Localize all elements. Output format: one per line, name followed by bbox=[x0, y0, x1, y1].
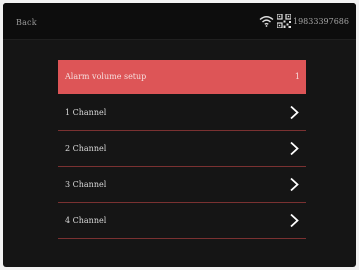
menu-item-channel-1[interactable]: 1 Channel bbox=[58, 95, 306, 131]
menu-item-label: 4 Channel bbox=[65, 216, 107, 225]
menu-item-alarm-volume[interactable]: Alarm volume setup 1 bbox=[58, 60, 306, 94]
back-button[interactable]: Back bbox=[16, 16, 37, 30]
alarm-volume-value: 1 bbox=[294, 72, 300, 81]
chevron-right-icon bbox=[290, 141, 299, 156]
wifi-icon bbox=[259, 16, 274, 27]
qr-code-icon bbox=[277, 14, 291, 28]
menu-item-channel-3[interactable]: 3 Channel bbox=[58, 167, 306, 203]
menu-item-label: Alarm volume setup bbox=[65, 72, 147, 81]
menu-item-channel-4[interactable]: 4 Channel bbox=[58, 203, 306, 239]
phone-number: 19833397686 bbox=[293, 17, 349, 26]
settings-menu: Alarm volume setup 1 1 Channel 2 Channel… bbox=[58, 60, 306, 239]
chevron-right-icon bbox=[290, 213, 299, 228]
device-screen: Back 19833397686 Alarm volume setup 1 1 … bbox=[3, 3, 356, 267]
menu-item-channel-2[interactable]: 2 Channel bbox=[58, 131, 306, 167]
chevron-right-icon bbox=[290, 105, 299, 120]
chevron-right-icon bbox=[290, 177, 299, 192]
menu-item-label: 2 Channel bbox=[65, 144, 107, 153]
top-bar: Back 19833397686 bbox=[3, 3, 356, 40]
menu-item-label: 1 Channel bbox=[65, 108, 107, 117]
menu-item-label: 3 Channel bbox=[65, 180, 107, 189]
